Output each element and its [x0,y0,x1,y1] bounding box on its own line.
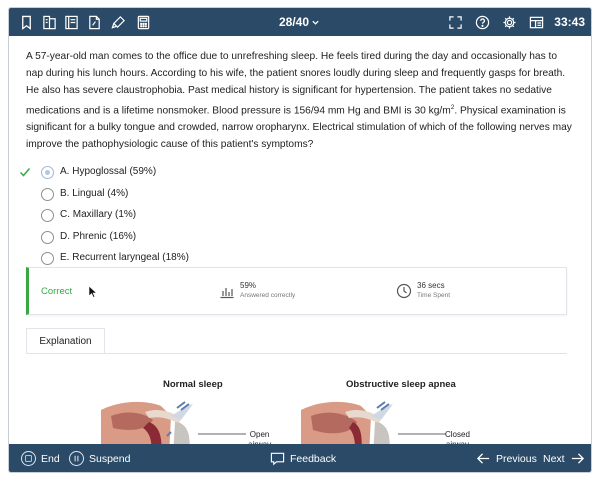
pause-icon [69,451,84,466]
notes-icon[interactable] [63,14,79,30]
percent-value: 59% [240,281,257,290]
choice-d[interactable]: D. Phrenic (16%) [19,227,319,249]
tab-explanation[interactable]: Explanation [26,328,105,354]
feedback-button[interactable]: Feedback [270,451,336,466]
chat-bubble-icon [270,452,285,466]
time-value: 36 secs [417,281,445,290]
figure-right-title: Obstructive sleep apnea [346,379,456,390]
pointer-line-left [198,433,246,435]
feedback-label: Feedback [290,452,337,465]
choice-a[interactable]: A. Hypoglossal (59%) [19,162,319,184]
result-status: Correct [41,286,73,297]
radio-button[interactable] [41,187,54,201]
open-airway-label: Open airway [248,430,271,444]
top-toolbar: 28/40 33:43 [9,8,591,36]
question-content: A 57-year-old man comes to the office du… [9,36,591,444]
time-spent-stat: 36 secs Time Spent [396,281,450,300]
bookmark-icon[interactable] [18,14,34,30]
choice-b[interactable]: B. Lingual (4%) [19,184,319,206]
pointer-line-right [398,433,446,435]
percent-correct-stat: 59% Answered correctly [219,281,295,300]
previous-button[interactable]: Previous [476,451,537,466]
question-stem: A 57-year-old man comes to the office du… [26,48,576,153]
arrow-right-icon [571,453,584,464]
bar-chart-icon [220,288,234,299]
choice-label: C. Maxillary (1%) [60,209,137,220]
fullscreen-icon[interactable] [447,14,463,30]
question-counter[interactable]: 28/40 [279,15,320,29]
lab-values-icon[interactable] [41,14,57,30]
figure-left-title: Normal sleep [163,379,223,390]
answer-choices: A. Hypoglossal (59%) B. Lingual (4%) C. … [19,162,319,270]
choice-label: E. Recurrent laryngeal (18%) [60,252,189,263]
arrow-left-icon [476,453,490,464]
settings-icon[interactable] [501,14,517,30]
bottom-toolbar: End Suspend Feedback Previous Next [9,444,591,472]
time-label: Time Spent [417,292,450,299]
help-icon[interactable] [474,14,490,30]
choice-label: A. Hypoglossal (59%) [60,166,157,177]
clock-icon [396,283,412,299]
mouse-cursor-icon [88,285,98,298]
choice-label: B. Lingual (4%) [60,187,129,199]
radio-button[interactable] [41,230,54,244]
end-icon [21,451,36,466]
document-icon[interactable] [86,14,102,30]
explanation-panel: Normal sleep Obstructive sleep apnea Ope… [26,353,567,444]
suspend-label: Suspend [89,452,131,465]
closed-airway-label: Closed airway [445,430,470,444]
choice-label: D. Phrenic (16%) [60,230,137,242]
correct-check-icon [19,168,31,177]
radio-button[interactable] [41,209,54,222]
layout-icon[interactable] [528,14,544,30]
radio-button[interactable] [41,252,54,265]
open-airway-label-line1: Open [249,430,270,439]
percent-label: Answered correctly [240,292,296,299]
chevron-down-icon [312,20,319,25]
result-panel: Correct 59% Answered correctly 36 secs T… [26,267,567,315]
next-label: Next [543,452,565,465]
end-button[interactable]: End [21,451,60,466]
choice-c[interactable]: C. Maxillary (1%) [19,205,319,227]
highlighter-icon[interactable] [110,14,126,30]
calculator-icon[interactable] [135,14,151,30]
question-counter-text: 28/40 [279,15,310,29]
suspend-button[interactable]: Suspend [69,451,130,466]
previous-label: Previous [496,452,537,465]
closed-airway-label-line1: Closed [445,430,470,439]
next-button[interactable]: Next [543,451,585,466]
timer: 33:43 [554,15,585,29]
exam-window: 28/40 33:43 A 57-year-old man comes to t… [8,7,592,473]
end-label: End [41,452,60,465]
radio-button[interactable] [41,166,54,179]
